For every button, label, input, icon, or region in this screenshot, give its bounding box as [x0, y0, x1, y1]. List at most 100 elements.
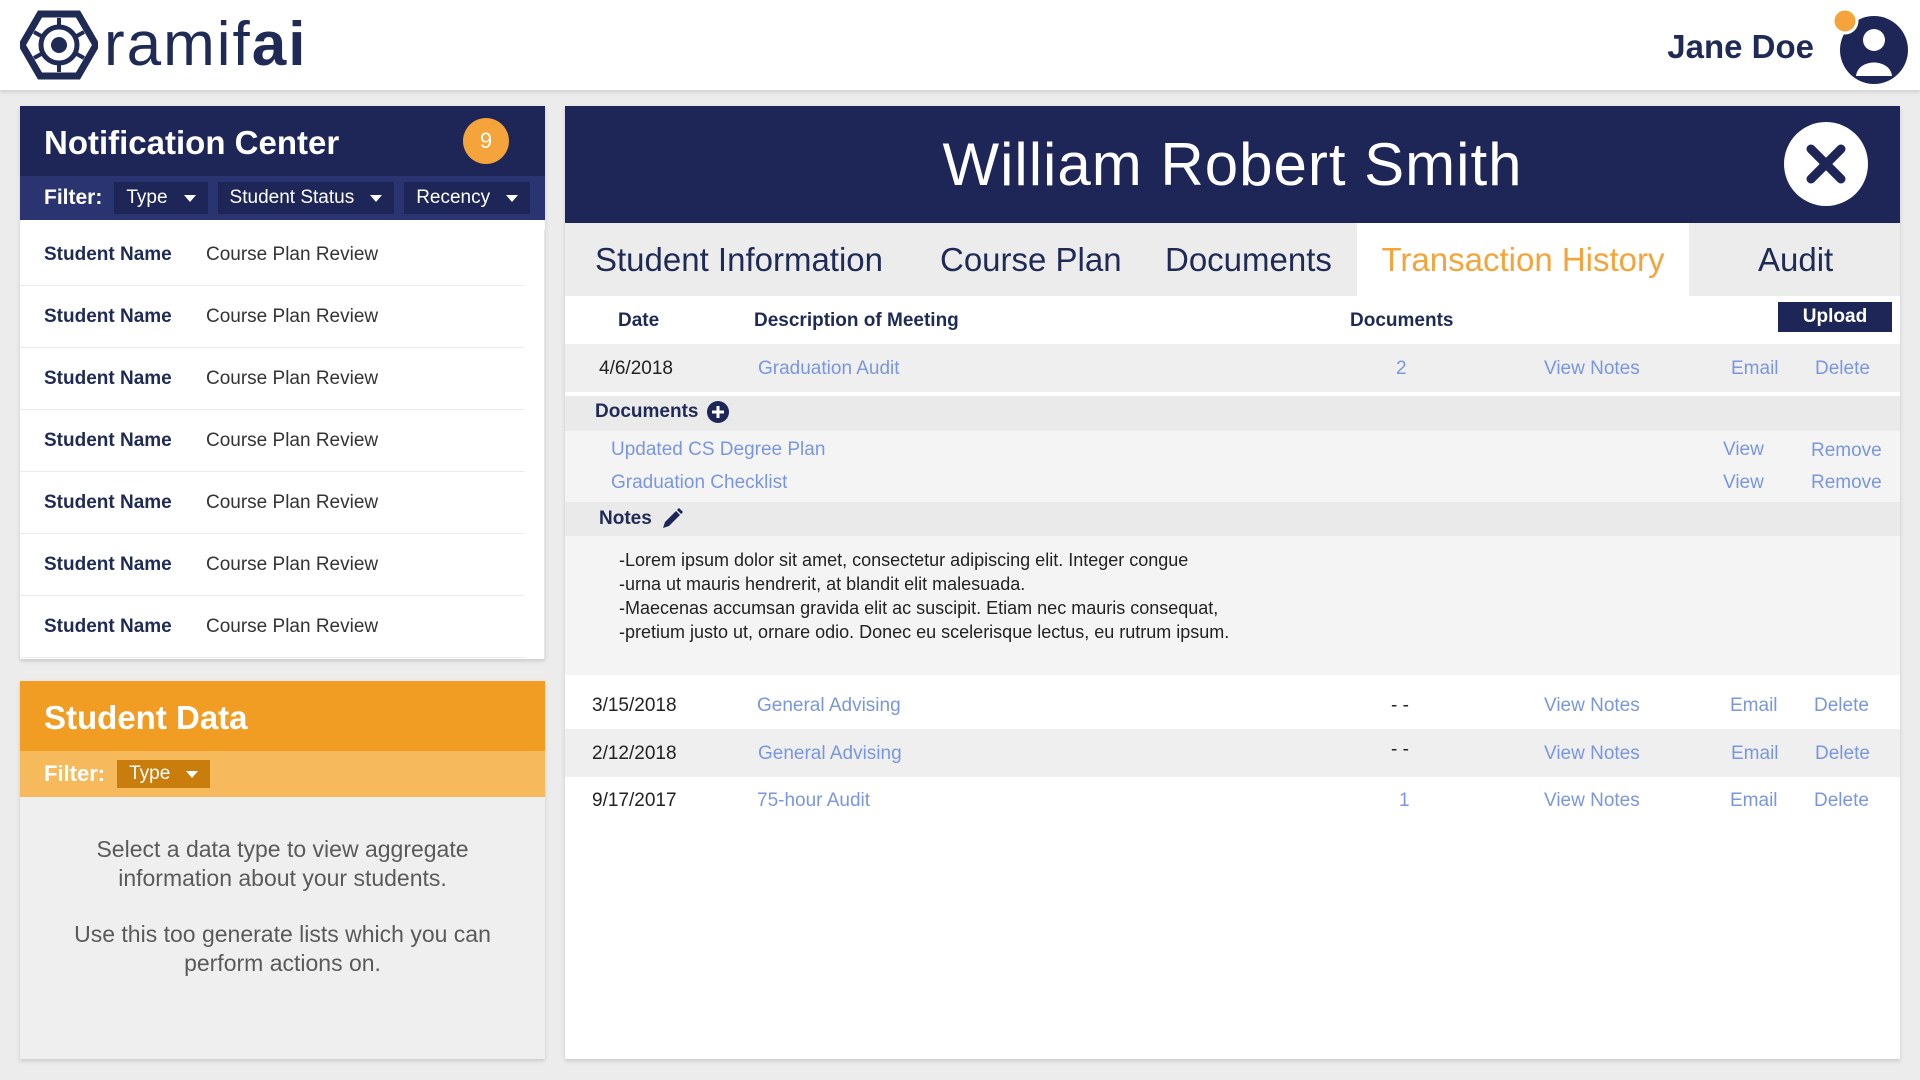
documents-section-bar: Documents [565, 396, 1900, 431]
student-detail-header: William Robert Smith [565, 106, 1900, 223]
tab-transaction-history[interactable]: Transaction History [1357, 223, 1689, 296]
chevron-down-icon [186, 770, 199, 778]
tab-course-plan[interactable]: Course Plan [940, 223, 1122, 296]
document-link[interactable]: Graduation Checklist [611, 472, 787, 494]
email-link[interactable]: Email [1730, 790, 1778, 812]
instructions-paragraph: Select a data type to view aggregate inf… [96, 836, 469, 891]
notification-scrollbar[interactable] [544, 228, 545, 659]
filter-student-status-label: Student Status [229, 187, 355, 208]
list-item[interactable]: Student Name Course Plan Review [20, 472, 525, 534]
notification-type: Course Plan Review [206, 367, 379, 389]
list-item[interactable]: Student Name Course Plan Review [20, 534, 525, 596]
delete-link[interactable]: Delete [1814, 695, 1869, 717]
notification-type: Course Plan Review [206, 553, 379, 575]
list-item[interactable]: Student Name Course Plan Review [20, 348, 525, 410]
transaction-table-header: Date Description of Meeting Documents Up… [565, 296, 1900, 344]
notification-list: Student Name Course Plan Review Student N… [20, 224, 525, 658]
user-avatar-icon[interactable] [1830, 6, 1910, 86]
notification-center-title: Notification Center [44, 124, 340, 161]
notification-type: Course Plan Review [206, 491, 379, 513]
notes-text: -Lorem ipsum dolor sit amet, consectetur… [619, 548, 1229, 644]
list-item[interactable]: Student Name Course Plan Review [20, 410, 525, 472]
table-row[interactable]: 9/17/2017 75-hour Audit 1 View Notes Ema… [565, 776, 1900, 824]
hexagon-logo-icon [20, 10, 98, 80]
view-document-link[interactable]: View [1723, 439, 1764, 461]
expanded-row-details: Documents Updated CS Degree Plan View Re… [565, 396, 1900, 675]
student-data-panel: Student Data Filter: Type Select a data … [20, 681, 545, 1059]
row-description-link[interactable]: Graduation Audit [758, 358, 900, 380]
student-name: Student Name [44, 243, 172, 265]
notification-type: Course Plan Review [206, 615, 379, 637]
row-date: 9/17/2017 [592, 790, 677, 811]
upload-button[interactable]: Upload [1778, 302, 1892, 332]
student-data-header: Student Data [20, 681, 545, 751]
row-date: 4/6/2018 [599, 358, 673, 379]
notes-line: -Lorem ipsum dolor sit amet, consectetur… [619, 550, 1189, 570]
student-detail-panel: William Robert Smith Student Information… [565, 106, 1900, 1059]
row-documents-count: - - [1391, 695, 1409, 716]
notification-center-header: Notification Center 9 [20, 106, 545, 176]
notes-section-bar: Notes [565, 502, 1900, 536]
delete-link[interactable]: Delete [1815, 358, 1870, 380]
tab-documents[interactable]: Documents [1165, 223, 1332, 296]
row-date: 2/12/2018 [592, 743, 677, 764]
notification-count-badge[interactable]: 9 [463, 118, 509, 164]
ramifai-logo[interactable]: ramifai [20, 10, 308, 80]
user-name[interactable]: Jane Doe [1667, 28, 1814, 66]
view-notes-link[interactable]: View Notes [1544, 790, 1640, 812]
email-link[interactable]: Email [1731, 358, 1779, 380]
row-description-link[interactable]: 75-hour Audit [757, 790, 870, 812]
documents-label: Documents [595, 401, 699, 422]
notes-line: -urna ut mauris hendrerit, at blandit el… [619, 574, 1026, 594]
chevron-down-icon [506, 194, 519, 202]
close-button[interactable] [1784, 122, 1868, 206]
email-link[interactable]: Email [1730, 695, 1778, 717]
tab-student-information[interactable]: Student Information [595, 223, 883, 296]
row-documents-count[interactable]: 1 [1399, 790, 1410, 812]
table-row[interactable]: 2/12/2018 General Advising - - View Note… [565, 729, 1900, 777]
filter-type-dropdown[interactable]: Type [114, 182, 208, 214]
row-description-link[interactable]: General Advising [758, 743, 902, 765]
add-document-icon[interactable] [706, 400, 730, 424]
filter-recency-dropdown[interactable]: Recency [404, 182, 531, 214]
tab-audit[interactable]: Audit [1758, 223, 1833, 296]
data-type-dropdown[interactable]: Type [117, 760, 211, 788]
list-item[interactable]: Student Name Course Plan Review [20, 286, 525, 348]
view-document-link[interactable]: View [1723, 472, 1764, 494]
column-header-documents: Documents [1350, 310, 1454, 331]
delete-link[interactable]: Delete [1815, 743, 1870, 765]
close-icon [1806, 144, 1846, 184]
document-link[interactable]: Updated CS Degree Plan [611, 439, 825, 461]
view-notes-link[interactable]: View Notes [1544, 695, 1640, 717]
column-header-date: Date [618, 310, 660, 331]
row-description-link[interactable]: General Advising [757, 695, 901, 717]
filter-type-label: Type [126, 187, 168, 208]
data-type-label: Type [129, 763, 171, 784]
remove-document-link[interactable]: Remove [1811, 472, 1882, 494]
edit-pencil-icon[interactable] [660, 507, 684, 531]
view-notes-link[interactable]: View Notes [1544, 743, 1640, 765]
instructions-paragraph: Use this too generate lists which you ca… [74, 921, 491, 976]
notes-line: -Maecenas accumsan gravida elit ac susci… [619, 598, 1219, 618]
filter-student-status-dropdown[interactable]: Student Status [217, 182, 395, 214]
table-row[interactable]: 4/6/2018 Graduation Audit 2 View Notes E… [565, 344, 1900, 392]
column-header-description: Description of Meeting [754, 310, 959, 331]
table-row[interactable]: 3/15/2018 General Advising - - View Note… [565, 681, 1900, 729]
student-data-filter-bar: Filter: Type [20, 751, 545, 797]
view-notes-link[interactable]: View Notes [1544, 358, 1640, 380]
delete-link[interactable]: Delete [1814, 790, 1869, 812]
student-tabs: Student Information Course Plan Document… [565, 223, 1900, 296]
student-data-instructions: Select a data type to view aggregate inf… [20, 797, 545, 978]
row-documents-count[interactable]: 2 [1396, 358, 1407, 380]
top-bar: ramifai Jane Doe [0, 0, 1920, 90]
student-name: Student Name [44, 491, 172, 513]
list-item[interactable]: Student Name Course Plan Review [20, 224, 525, 286]
remove-document-link[interactable]: Remove [1811, 440, 1882, 462]
student-name: Student Name [44, 305, 172, 327]
list-item[interactable]: Student Name Course Plan Review [20, 596, 525, 658]
row-date: 3/15/2018 [592, 695, 677, 716]
notification-type: Course Plan Review [206, 429, 379, 451]
row-documents-count: - - [1391, 739, 1409, 760]
notification-filter-bar: Filter: Type Student Status Recency [20, 176, 545, 220]
email-link[interactable]: Email [1731, 743, 1779, 765]
